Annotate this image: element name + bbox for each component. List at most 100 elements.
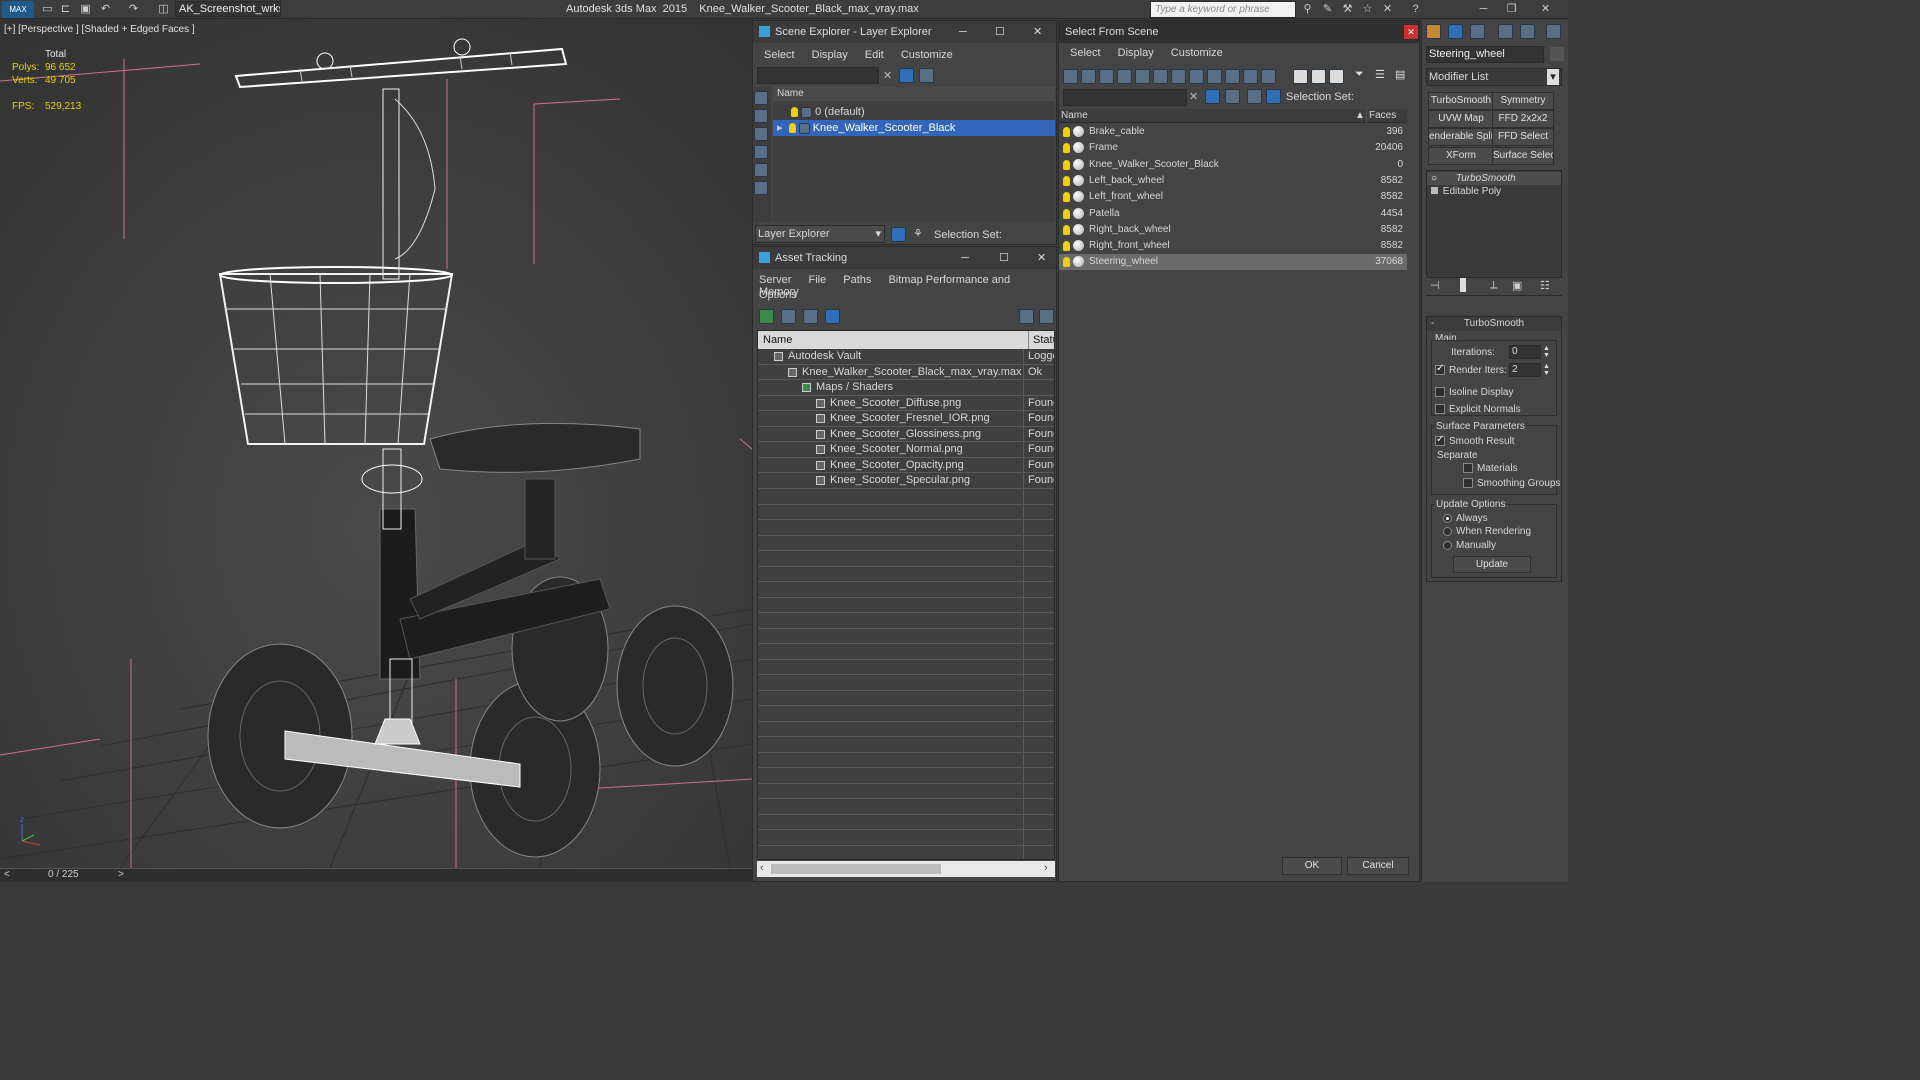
menu-edit[interactable]: Edit — [865, 49, 884, 61]
iterations-spinner-arrows-icon[interactable]: ▲ ▼ — [1543, 345, 1550, 359]
display-tab-icon[interactable] — [1520, 24, 1535, 39]
display-spacewarps-icon[interactable] — [1153, 69, 1168, 84]
pin-stack-icon[interactable]: ⊣ — [1430, 279, 1440, 292]
hierarchy-filter-icon[interactable]: ☰ — [1375, 68, 1385, 81]
display-geometry-icon[interactable] — [1063, 69, 1078, 84]
select-none-icon[interactable] — [1311, 69, 1326, 84]
render-iters-spinner[interactable]: 2 — [1509, 363, 1541, 377]
render-iters-spinner-arrows-icon[interactable]: ▲ ▼ — [1543, 363, 1550, 377]
stack-item-editable-poly[interactable]: Editable Poly — [1427, 185, 1561, 198]
light-bulb-icon[interactable] — [1063, 224, 1070, 235]
light-bulb-icon[interactable] — [1063, 241, 1070, 252]
select-clear-search-icon[interactable]: ✕ — [1189, 90, 1198, 103]
menu-select[interactable]: Select — [1070, 47, 1101, 59]
xform-button[interactable]: XForm — [1428, 147, 1494, 165]
display-lights-icon[interactable] — [1099, 69, 1114, 84]
display-hidden-icon[interactable] — [1261, 69, 1276, 84]
col-name-header[interactable]: Name — [763, 331, 792, 349]
when-rendering-row[interactable]: When Rendering — [1443, 526, 1531, 537]
stack-expand-icon[interactable] — [1431, 187, 1438, 194]
menu-file[interactable]: File — [808, 274, 826, 286]
smooth-result-row[interactable]: Smooth Result — [1435, 434, 1515, 447]
light-bulb-icon[interactable] — [1063, 127, 1070, 137]
sort-layers-icon[interactable] — [891, 227, 906, 242]
minimize-icon[interactable]: ─ — [1476, 2, 1491, 17]
display-frozen-icon[interactable] — [1243, 69, 1258, 84]
search-input[interactable]: Type a keyword or phrase — [1150, 1, 1296, 18]
stack-bulb-icon[interactable]: ○ — [1431, 173, 1437, 184]
clear-search-icon[interactable]: ✕ — [883, 69, 892, 82]
object-row[interactable]: Left_back_wheel 8582 — [1059, 173, 1407, 189]
materials-checkbox[interactable] — [1463, 463, 1473, 474]
isoline-display-row[interactable]: Isoline Display — [1435, 387, 1513, 398]
select-hierarchy-icon[interactable] — [1266, 89, 1281, 104]
display-helpers-icon[interactable] — [754, 181, 768, 195]
layer-explorer-dropdown[interactable]: Layer Explorer ▾ — [755, 225, 885, 243]
stack-item-turbosmooth[interactable]: ○ TurboSmooth — [1427, 172, 1561, 185]
collapse-icon[interactable]: ▤ — [1395, 68, 1405, 81]
col-name-header[interactable]: Name — [1061, 109, 1088, 123]
new-icon[interactable]: ▭ — [40, 2, 55, 17]
perspective-viewport[interactable]: z [+] [Perspective ] [Shaded + Edged Fac… — [0, 19, 752, 868]
save-icon[interactable]: ▣ — [78, 2, 93, 17]
thumbnail-view-icon[interactable] — [803, 309, 818, 324]
asset-row[interactable]: Knee_Walker_Scooter_Black_max_vray.max Ok — [758, 365, 1054, 380]
light-bulb-icon[interactable] — [1063, 192, 1070, 203]
scene-explorer-search-input[interactable] — [757, 67, 879, 84]
close-icon[interactable]: ✕ — [1538, 2, 1553, 17]
select-layer-icon[interactable] — [1225, 89, 1240, 104]
scene-explorer-close-icon[interactable]: ✕ — [1033, 21, 1042, 43]
asset-minimize-icon[interactable]: ─ — [961, 247, 969, 269]
scene-explorer-title[interactable]: Scene Explorer - Layer Explorer ─ ☐ ✕ — [753, 21, 1056, 43]
surface-select-button[interactable]: Surface Select — [1492, 147, 1554, 165]
select-invert-icon[interactable] — [1329, 69, 1344, 84]
make-unique-icon[interactable]: ⟂ — [1490, 279, 1497, 292]
motion-tab-icon[interactable] — [1498, 24, 1513, 39]
smooth-result-checkbox[interactable] — [1435, 434, 1445, 447]
layer-row-selected[interactable]: ▸ Knee_Walker_Scooter_Black — [773, 120, 1055, 136]
asset-row[interactable]: Knee_Scooter_Normal.png Found — [758, 442, 1054, 458]
select-all-icon[interactable] — [1293, 69, 1308, 84]
time-next-button[interactable]: > — [118, 869, 124, 880]
object-row[interactable]: Left_front_wheel 8582 — [1059, 189, 1407, 205]
tools-icon[interactable]: ✎ — [1320, 2, 1335, 17]
asset-settings-icon[interactable] — [1039, 309, 1054, 324]
time-prev-button[interactable]: < — [4, 869, 10, 880]
object-row[interactable]: Patella 4454 — [1059, 206, 1407, 222]
display-containers-icon[interactable] — [1225, 69, 1240, 84]
renderable-spline-button[interactable]: enderable Splin — [1428, 128, 1494, 146]
select-close-icon[interactable]: ✕ — [1404, 25, 1418, 39]
update-button[interactable]: Update — [1453, 556, 1531, 573]
display-all-icon[interactable] — [754, 91, 768, 105]
workspace-dropdown[interactable]: AK_Screenshot_wrksp ▾ — [175, 1, 281, 17]
funnel-icon[interactable]: ⏷ — [1355, 68, 1364, 81]
explicit-normals-row[interactable]: Explicit Normals — [1435, 404, 1521, 415]
layer-row[interactable]: 0 (default) — [773, 104, 1055, 120]
symmetry-button[interactable]: Symmetry — [1492, 92, 1554, 110]
display-geometry-icon[interactable] — [754, 109, 768, 123]
display-groups-icon[interactable] — [1171, 69, 1186, 84]
object-name-field[interactable]: Steering_wheel — [1426, 46, 1544, 63]
scroll-thumb[interactable] — [771, 864, 941, 874]
filter-icon[interactable] — [899, 68, 914, 83]
smoothing-groups-checkbox[interactable] — [1463, 478, 1473, 489]
rollout-header[interactable]: - TurboSmooth — [1427, 317, 1561, 331]
table-view-icon[interactable] — [825, 309, 840, 324]
light-bulb-icon[interactable] — [1063, 208, 1070, 219]
explicit-normals-checkbox[interactable] — [1435, 404, 1445, 415]
select-search-input[interactable] — [1063, 89, 1187, 106]
asset-row[interactable]: Maps / Shaders — [758, 380, 1054, 396]
select-sort-icon[interactable] — [1247, 89, 1262, 104]
turbosmooth-button[interactable]: TurboSmooth — [1428, 92, 1494, 110]
menu-server[interactable]: Server — [759, 274, 791, 286]
select-filter-icon[interactable] — [1205, 89, 1220, 104]
display-shapes-icon[interactable] — [754, 127, 768, 141]
display-shapes-icon[interactable] — [1081, 69, 1096, 84]
ffd-2x2x2-button[interactable]: FFD 2x2x2 — [1492, 110, 1554, 128]
asset-tracking-title[interactable]: Asset Tracking ─ ☐ ✕ — [753, 247, 1056, 269]
menu-customize[interactable]: Customize — [1171, 47, 1223, 59]
display-cameras-icon[interactable] — [1117, 69, 1132, 84]
object-row[interactable]: Brake_cable 396 — [1059, 124, 1407, 140]
light-bulb-icon[interactable] — [1063, 257, 1070, 268]
object-color-swatch[interactable] — [1550, 47, 1564, 61]
